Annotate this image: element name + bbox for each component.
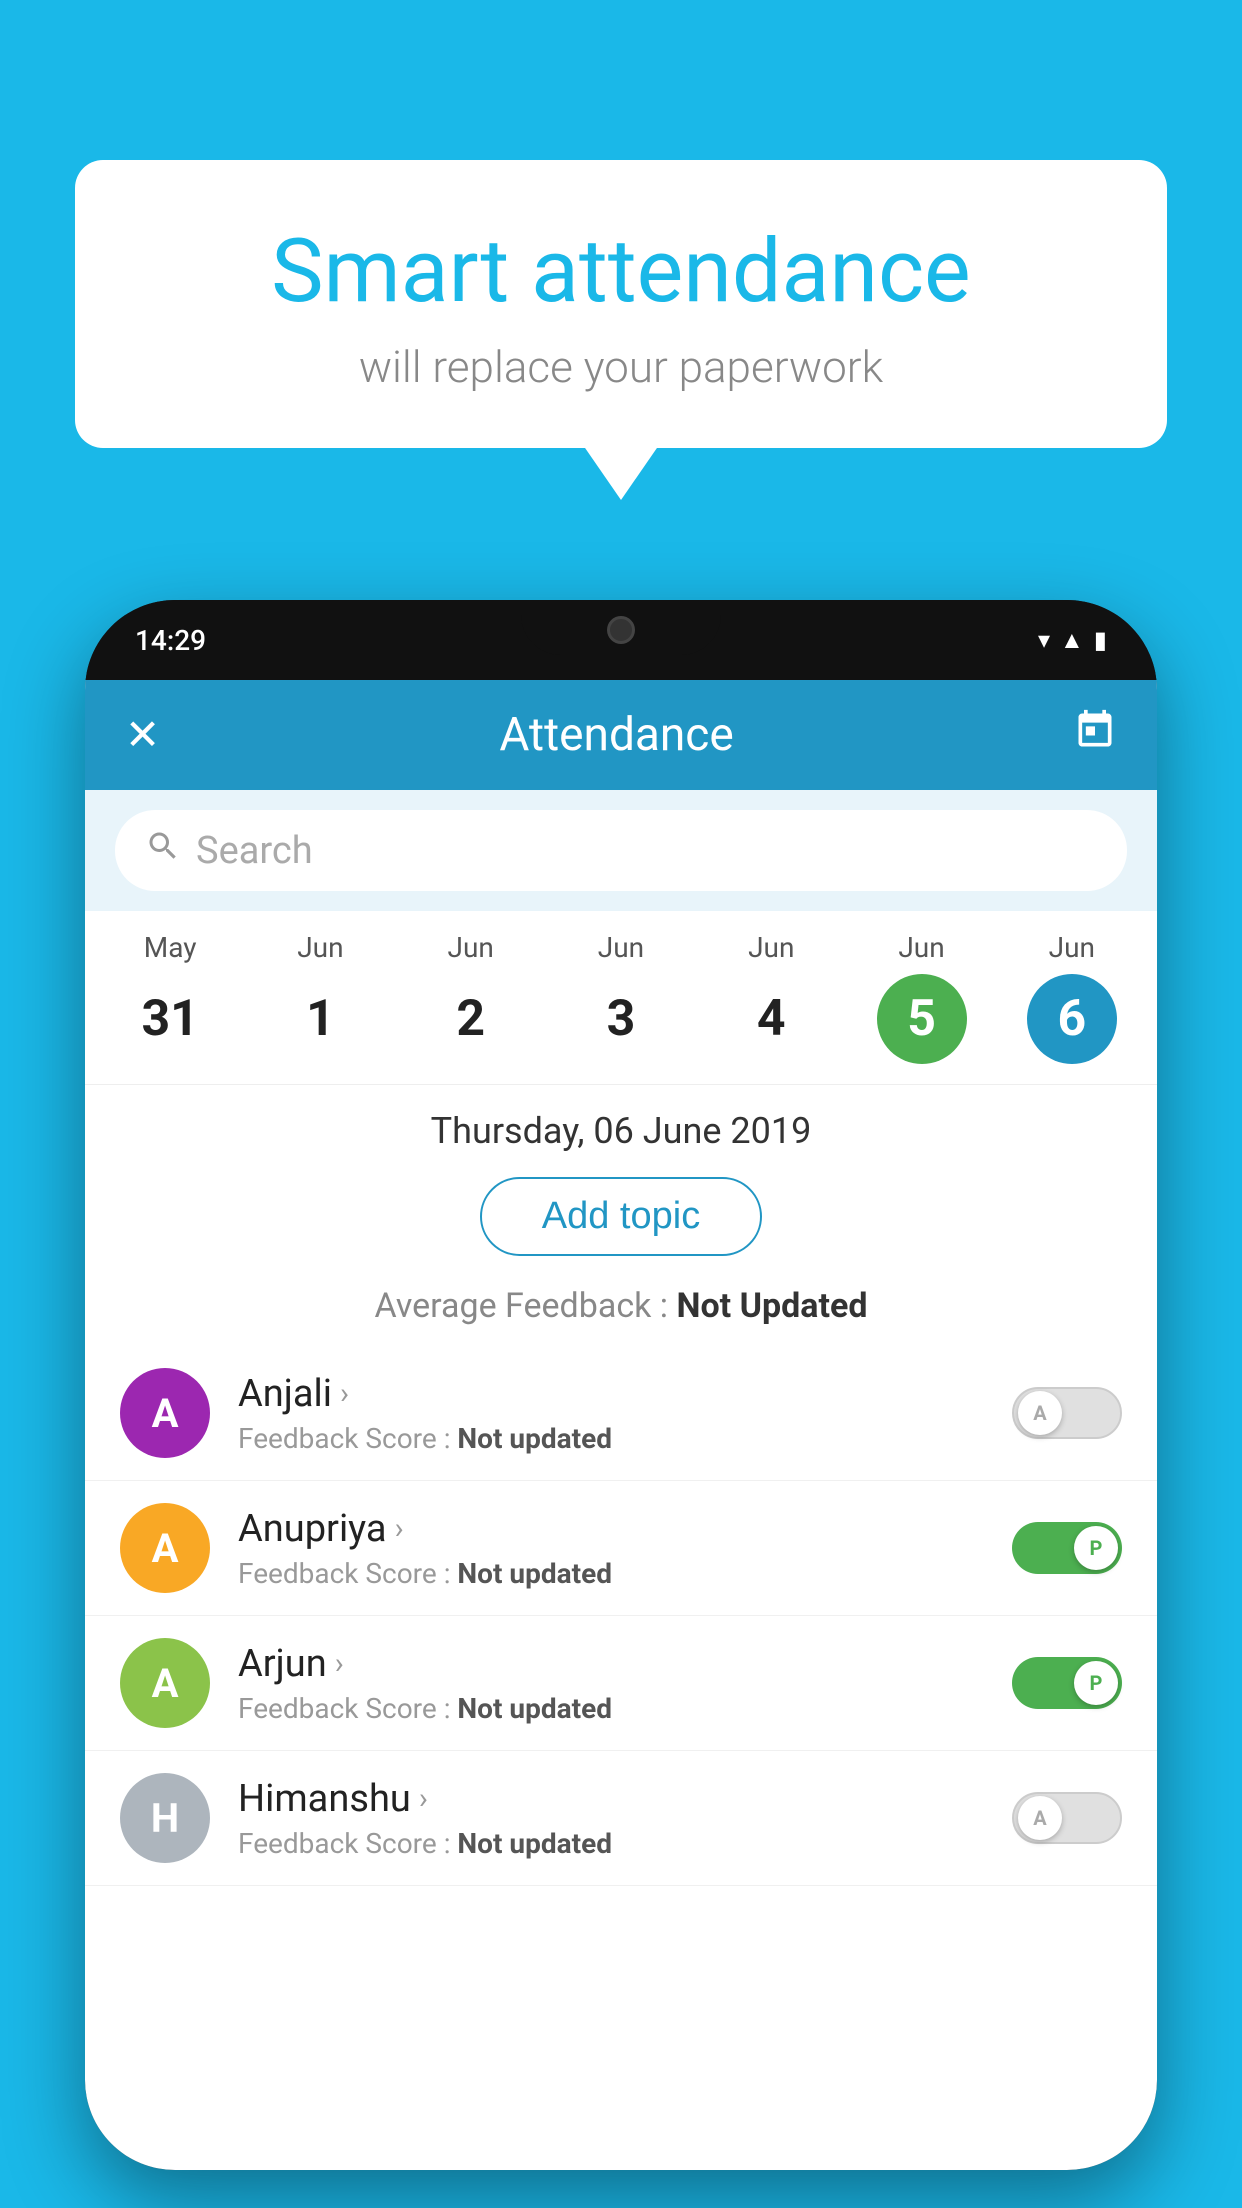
student-feedback-0: Feedback Score : Not updated bbox=[238, 1422, 984, 1455]
cal-month-6: Jun bbox=[1049, 931, 1095, 964]
search-container: Search bbox=[85, 790, 1157, 911]
calendar-item-4[interactable]: Jun 4 bbox=[696, 931, 846, 1064]
add-topic-button[interactable]: Add topic bbox=[480, 1177, 762, 1256]
cal-month-4: Jun bbox=[748, 931, 794, 964]
student-name-3: Himanshu › bbox=[238, 1777, 984, 1821]
battery-icon: ▮ bbox=[1094, 626, 1107, 654]
cal-month-1: Jun bbox=[297, 931, 343, 964]
cal-day-4[interactable]: 4 bbox=[726, 974, 816, 1064]
calendar-item-6[interactable]: Jun 6 bbox=[997, 931, 1147, 1064]
front-camera bbox=[607, 616, 635, 644]
app-header: ✕ Attendance bbox=[85, 680, 1157, 790]
student-list: AAnjali ›Feedback Score : Not updatedAAA… bbox=[85, 1346, 1157, 1886]
chevron-icon: › bbox=[395, 1511, 404, 1546]
student-info-2: Arjun › Feedback Score : Not updated bbox=[238, 1642, 984, 1725]
cal-day-0[interactable]: 31 bbox=[125, 974, 215, 1064]
cal-day-1[interactable]: 1 bbox=[275, 974, 365, 1064]
cal-month-5: Jun bbox=[898, 931, 944, 964]
cal-day-5[interactable]: 5 bbox=[877, 974, 967, 1064]
student-toggle-3[interactable]: A bbox=[1012, 1792, 1122, 1844]
cal-day-2[interactable]: 2 bbox=[426, 974, 516, 1064]
calendar-item-0[interactable]: May 31 bbox=[95, 931, 245, 1064]
speech-bubble-subtitle: will replace your paperwork bbox=[125, 341, 1117, 393]
phone-frame: 14:29 ▾ ▲ ▮ ✕ Attendance bbox=[85, 600, 1157, 2170]
cal-month-0: May bbox=[144, 931, 197, 964]
toggle-knob-2: P bbox=[1074, 1661, 1118, 1705]
student-toggle-2[interactable]: P bbox=[1012, 1657, 1122, 1709]
student-toggle-1[interactable]: P bbox=[1012, 1522, 1122, 1574]
phone-screen: ✕ Attendance Search May 31 Jun 1 Jun 2 bbox=[85, 680, 1157, 2170]
status-time: 14:29 bbox=[135, 624, 206, 657]
student-info-3: Himanshu › Feedback Score : Not updated bbox=[238, 1777, 984, 1860]
phone-notch: 14:29 ▾ ▲ ▮ bbox=[85, 600, 1157, 680]
student-avatar-2: A bbox=[120, 1638, 210, 1728]
student-name-2: Arjun › bbox=[238, 1642, 984, 1686]
cal-day-3[interactable]: 3 bbox=[576, 974, 666, 1064]
student-info-0: Anjali › Feedback Score : Not updated bbox=[238, 1372, 984, 1455]
calendar-item-1[interactable]: Jun 1 bbox=[245, 931, 395, 1064]
student-avatar-0: A bbox=[120, 1368, 210, 1458]
student-feedback-2: Feedback Score : Not updated bbox=[238, 1692, 984, 1725]
cal-month-3: Jun bbox=[598, 931, 644, 964]
student-feedback-1: Feedback Score : Not updated bbox=[238, 1557, 984, 1590]
close-button[interactable]: ✕ bbox=[125, 710, 160, 760]
cal-month-2: Jun bbox=[448, 931, 494, 964]
student-item-0[interactable]: A Anjali › Feedback Score : Not updated A bbox=[85, 1346, 1157, 1481]
student-info-1: Anupriya › Feedback Score : Not updated bbox=[238, 1507, 984, 1590]
status-icons: ▾ ▲ ▮ bbox=[1038, 626, 1107, 655]
calendar-strip: May 31 Jun 1 Jun 2 Jun 3 Jun 4 Jun 5 Jun 6 bbox=[85, 911, 1157, 1085]
speech-bubble-container: Smart attendance will replace your paper… bbox=[75, 160, 1167, 448]
student-feedback-3: Feedback Score : Not updated bbox=[238, 1827, 984, 1860]
student-avatar-3: H bbox=[120, 1773, 210, 1863]
avg-feedback: Average Feedback : Not Updated bbox=[85, 1276, 1157, 1346]
toggle-knob-1: P bbox=[1074, 1526, 1118, 1570]
student-item-2[interactable]: A Arjun › Feedback Score : Not updated P bbox=[85, 1616, 1157, 1751]
add-topic-container: Add topic bbox=[85, 1167, 1157, 1276]
header-title: Attendance bbox=[499, 708, 733, 762]
calendar-item-2[interactable]: Jun 2 bbox=[396, 931, 546, 1064]
calendar-icon[interactable] bbox=[1073, 708, 1117, 762]
speech-bubble: Smart attendance will replace your paper… bbox=[75, 160, 1167, 448]
student-item-3[interactable]: H Himanshu › Feedback Score : Not updated A bbox=[85, 1751, 1157, 1886]
student-avatar-1: A bbox=[120, 1503, 210, 1593]
chevron-icon: › bbox=[340, 1376, 349, 1411]
avg-feedback-value: Not Updated bbox=[676, 1286, 867, 1326]
search-bar[interactable]: Search bbox=[115, 810, 1127, 891]
chevron-icon: › bbox=[419, 1781, 428, 1816]
chevron-icon: › bbox=[335, 1646, 344, 1681]
cal-day-6[interactable]: 6 bbox=[1027, 974, 1117, 1064]
speech-bubble-title: Smart attendance bbox=[125, 220, 1117, 323]
toggle-knob-0: A bbox=[1018, 1391, 1062, 1435]
signal-icon: ▲ bbox=[1060, 626, 1084, 655]
calendar-item-5[interactable]: Jun 5 bbox=[846, 931, 996, 1064]
toggle-knob-3: A bbox=[1018, 1796, 1062, 1840]
calendar-item-3[interactable]: Jun 3 bbox=[546, 931, 696, 1064]
search-input[interactable]: Search bbox=[196, 829, 313, 873]
student-name-0: Anjali › bbox=[238, 1372, 984, 1416]
search-icon bbox=[145, 828, 181, 873]
student-item-1[interactable]: A Anupriya › Feedback Score : Not updated P bbox=[85, 1481, 1157, 1616]
student-toggle-0[interactable]: A bbox=[1012, 1387, 1122, 1439]
wifi-icon: ▾ bbox=[1038, 626, 1050, 654]
selected-date-display: Thursday, 06 June 2019 bbox=[85, 1085, 1157, 1167]
avg-feedback-label: Average Feedback : bbox=[375, 1286, 669, 1326]
student-name-1: Anupriya › bbox=[238, 1507, 984, 1551]
